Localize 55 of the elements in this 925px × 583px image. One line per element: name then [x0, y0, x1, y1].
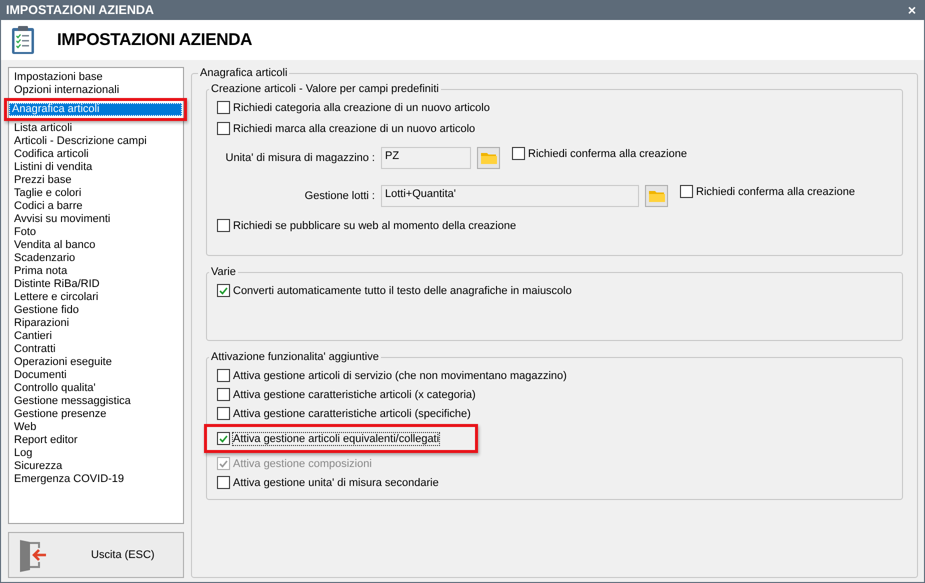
- field-label: Gestione lotti :: [304, 190, 375, 202]
- checkbox-label: Richiedi marca alla creazione di un nuovo articolo: [233, 122, 476, 134]
- text-field[interactable]: PZ: [381, 147, 471, 169]
- list-item[interactable]: Avvisi su movimenti: [11, 213, 181, 226]
- checkbox-label: Attiva gestione caratteristiche articoli (specifiche): [233, 408, 471, 420]
- list-item[interactable]: Lettere e circolari: [11, 291, 181, 304]
- window-title: IMPOSTAZIONI AZIENDA: [6, 3, 154, 17]
- exit-button[interactable]: Uscita (ESC): [8, 532, 184, 578]
- checkbox-label: Attiva gestione articoli equivalenti/collegati: [233, 432, 440, 444]
- list-item[interactable]: Prezzi base: [11, 174, 181, 187]
- checkbox-label: Attiva gestione articoli di servizio (che non movimentano magazzino): [233, 370, 567, 382]
- checkbox-label: Richiedi conferma alla creazione: [696, 186, 855, 198]
- text-field[interactable]: Lotti+Quantita': [381, 185, 639, 207]
- list-item[interactable]: Sicurezza: [11, 460, 181, 473]
- list-item[interactable]: Codifica articoli: [11, 148, 181, 161]
- list-item[interactable]: Listini di vendita: [11, 161, 181, 174]
- checkbox-label: Richiedi categoria alla creazione di un nuovo articolo: [233, 102, 490, 114]
- panel-title: Anagrafica articoli: [199, 67, 288, 79]
- list-item[interactable]: Distinte RiBa/RID: [11, 278, 181, 291]
- list-item[interactable]: Operazioni eseguite: [11, 356, 181, 369]
- list-item[interactable]: Report editor: [11, 434, 181, 447]
- list-item[interactable]: Log: [11, 447, 181, 460]
- list-item[interactable]: Opzioni internazionali: [11, 84, 181, 97]
- list-item[interactable]: Foto: [11, 226, 181, 239]
- list-item[interactable]: Cantieri: [11, 330, 181, 343]
- list-item[interactable]: Documenti: [11, 369, 181, 382]
- checkbox-label: Richiedi se pubblicare su web al momento della creazione: [233, 220, 516, 232]
- list-item[interactable]: Gestione messaggistica: [11, 395, 181, 408]
- list-item[interactable]: Codici a barre: [11, 200, 181, 213]
- checkbox-label: Richiedi conferma alla creazione: [528, 148, 687, 160]
- group-title: Attivazione funzionalita' aggiuntive: [210, 351, 380, 363]
- checkbox-label: Attiva gestione composizioni: [233, 458, 372, 470]
- list-item[interactable]: Prima nota: [11, 265, 181, 278]
- list-item[interactable]: Controllo qualita': [11, 382, 181, 395]
- checkbox-label: Attiva gestione unita' di misura secondarie: [233, 476, 439, 488]
- group-title: Creazione articoli - Valore per campi predefiniti: [210, 83, 440, 95]
- page-title: IMPOSTAZIONI AZIENDA: [57, 30, 252, 50]
- list-item[interactable]: Emergenza COVID-19: [11, 473, 181, 486]
- list-item[interactable]: Contratti: [11, 343, 181, 356]
- checkbox-label: Converti automaticamente tutto il testo delle anagrafiche in maiuscolo: [233, 284, 572, 296]
- list-item[interactable]: Lista articoli: [11, 122, 181, 135]
- list-item[interactable]: Vendita al banco: [11, 239, 181, 252]
- close-button[interactable]: ×: [906, 3, 918, 17]
- group-title: Varie: [210, 266, 237, 278]
- list-item[interactable]: Anagrafica articoli: [9, 103, 182, 116]
- list-item[interactable]: Impostazioni base: [11, 71, 181, 84]
- field-label: Unita' di misura di magazzino :: [224, 152, 375, 164]
- list-item[interactable]: Gestione fido: [11, 304, 181, 317]
- list-item[interactable]: Articoli - Descrizione campi: [11, 135, 181, 148]
- list-item[interactable]: Riparazioni: [11, 317, 181, 330]
- list-item[interactable]: Taglie e colori: [11, 187, 181, 200]
- list-item[interactable]: Web: [11, 421, 181, 434]
- list-item[interactable]: Gestione presenze: [11, 408, 181, 421]
- checkbox-label: Attiva gestione caratteristiche articoli (x categoria): [233, 388, 476, 400]
- list-item[interactable]: Scadenzario: [11, 252, 181, 265]
